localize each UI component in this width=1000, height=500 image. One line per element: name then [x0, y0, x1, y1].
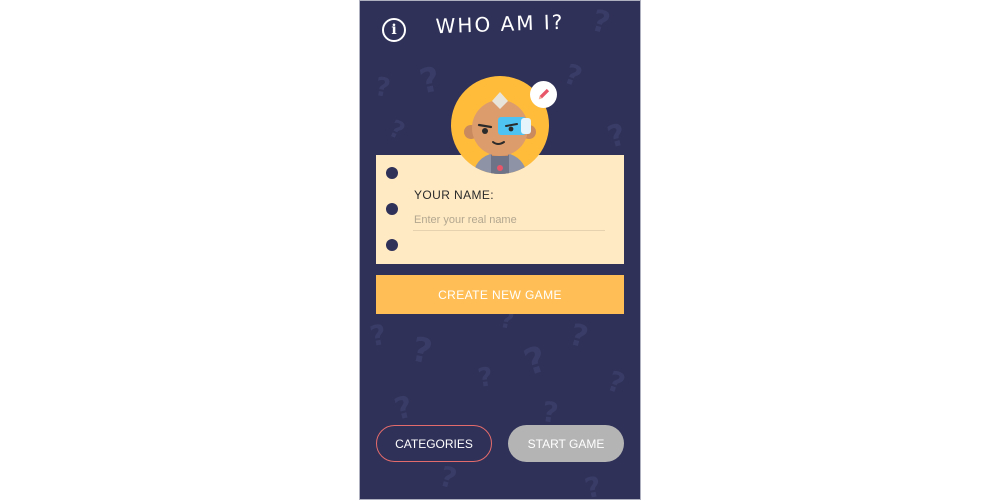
binder-hole — [386, 239, 398, 251]
binder-hole — [386, 203, 398, 215]
name-label: YOUR NAME: — [414, 188, 495, 202]
start-game-button[interactable]: START GAME — [508, 425, 624, 462]
info-glyph: i — [391, 22, 397, 38]
create-new-game-button[interactable]: CREATE NEW GAME — [376, 275, 624, 314]
categories-button[interactable]: CATEGORIES — [376, 425, 492, 462]
pencil-icon[interactable] — [530, 81, 557, 108]
app-screen: ? ? ? ? ? ? ? ? ? ? ? ? ? ? ? ? ? i WHO … — [359, 0, 641, 500]
app-title: WHO AM I? — [435, 9, 565, 39]
binder-hole — [386, 167, 398, 179]
info-icon[interactable]: i — [382, 18, 406, 42]
pencil-glyph — [538, 88, 550, 100]
name-input[interactable] — [413, 209, 605, 231]
